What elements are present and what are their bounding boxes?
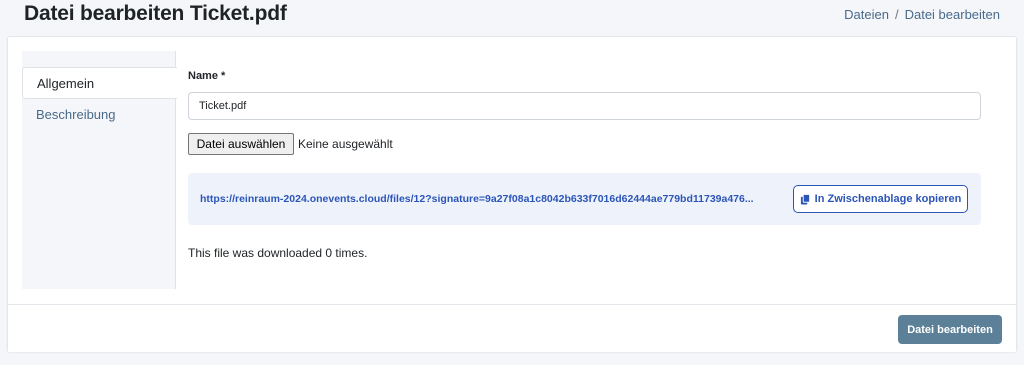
file-url-box: https://reinraum-2024.onevents.cloud/fil… <box>188 173 981 225</box>
name-label: Name * <box>188 70 226 82</box>
copy-to-clipboard-button[interactable]: In Zwischenablage kopieren <box>793 185 968 213</box>
copy-button-label: In Zwischenablage kopieren <box>814 193 962 205</box>
file-status: Keine ausgewählt <box>298 137 393 151</box>
submit-button[interactable]: Datei bearbeiten <box>898 315 1002 344</box>
page-title: Datei bearbeiten Ticket.pdf <box>24 2 287 25</box>
download-count-text: This file was downloaded 0 times. <box>188 246 368 260</box>
page-header: Datei bearbeiten Ticket.pdf Dateien / Date… <box>0 0 1024 32</box>
tab-allgemein[interactable]: Allgemein <box>22 67 177 99</box>
copy-icon <box>800 193 810 205</box>
file-url-link[interactable]: https://reinraum-2024.onevents.cloud/fil… <box>200 193 782 205</box>
breadcrumb-item-current: Datei bearbeiten <box>904 7 1000 22</box>
tab-beschreibung[interactable]: Beschreibung <box>22 99 176 131</box>
tab-list: Allgemein Beschreibung <box>22 51 177 289</box>
edit-file-card: Allgemein Beschreibung Name * Datei ausw… <box>7 36 1017 352</box>
card-footer: Datei bearbeiten <box>8 304 1016 352</box>
breadcrumb-separator: / <box>894 7 899 22</box>
breadcrumb: Dateien / Datei bearbeiten <box>844 7 1000 22</box>
name-input[interactable] <box>188 92 981 120</box>
breadcrumb-item-dateien[interactable]: Dateien <box>844 7 889 22</box>
choose-file-button[interactable]: Datei auswählen <box>188 133 294 155</box>
